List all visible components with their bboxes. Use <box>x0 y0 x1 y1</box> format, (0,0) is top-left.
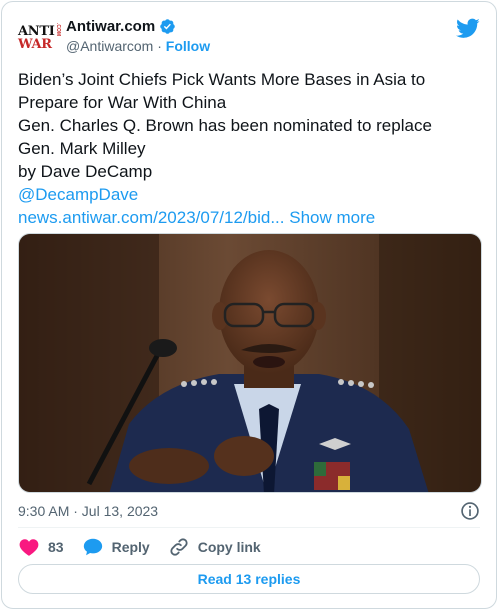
reply-bubble-icon <box>83 538 102 556</box>
handle-separator: · <box>157 38 162 54</box>
tweet-line: Biden’s Joint Chiefs Pick Wants More Bas… <box>18 70 426 89</box>
verified-badge-icon <box>160 19 175 34</box>
tweet-card: ANTI WAR .COM Antiwar.com @Antiwarcom · … <box>1 1 497 609</box>
divider <box>18 527 480 528</box>
copy-link-button[interactable]: Copy link <box>168 536 261 558</box>
author-display-name[interactable]: Antiwar.com <box>66 18 155 35</box>
twitter-bird-icon[interactable] <box>456 16 480 40</box>
author-info: Antiwar.com @Antiwarcom · Follow <box>66 18 210 54</box>
tweet-photo[interactable] <box>18 233 482 493</box>
heart-icon <box>19 539 39 556</box>
mention-link[interactable]: @DecampDave <box>18 183 480 206</box>
timestamp-row: 9:30 AM · Jul 13, 2023 <box>18 501 480 523</box>
tweet-timestamp[interactable]: 9:30 AM · Jul 13, 2023 <box>18 503 158 519</box>
tweet-text: Biden’s Joint Chiefs Pick Wants More Bas… <box>18 68 480 229</box>
tweet-header: ANTI WAR .COM Antiwar.com @Antiwarcom · … <box>18 16 480 60</box>
tweet-line: by Dave DeCamp <box>18 162 153 181</box>
info-icon[interactable] <box>460 501 480 521</box>
reply-label: Reply <box>111 539 150 555</box>
read-replies-button[interactable]: Read 13 replies <box>18 564 480 594</box>
tweet-line: Prepare for War With China <box>18 93 227 112</box>
author-avatar[interactable]: ANTI WAR .COM <box>18 20 61 56</box>
photo-illustration <box>19 234 481 492</box>
link-icon <box>170 538 188 556</box>
logo-text-com: .COM <box>55 23 61 37</box>
copy-link-label: Copy link <box>197 539 261 555</box>
article-url-link[interactable]: news.antiwar.com/2023/07/12/bid... <box>18 208 285 227</box>
reply-button[interactable]: Reply <box>82 536 150 558</box>
tweet-line: Gen. Mark Milley <box>18 139 146 158</box>
show-more-link[interactable]: Show more <box>289 208 375 227</box>
action-bar: 83 Reply Copy link <box>18 534 480 560</box>
author-handle[interactable]: @Antiwarcom <box>66 38 153 54</box>
tweet-line: Gen. Charles Q. Brown has been nominated… <box>18 116 432 135</box>
logo-text-war: WAR <box>18 37 52 52</box>
like-button[interactable]: 83 <box>18 536 64 558</box>
like-count: 83 <box>48 539 64 555</box>
follow-button[interactable]: Follow <box>166 38 210 54</box>
